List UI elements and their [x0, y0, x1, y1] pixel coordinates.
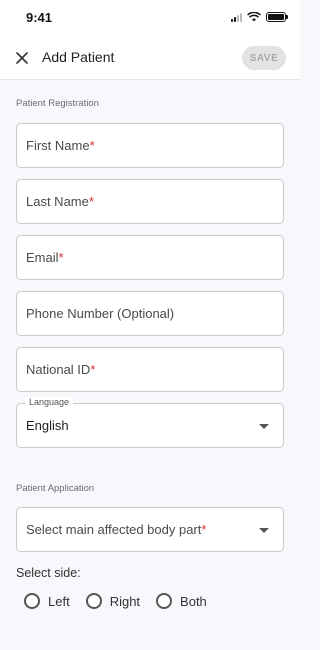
- status-icons: [231, 12, 288, 22]
- radio-button[interactable]: [85, 593, 102, 609]
- app-bar: Add Patient SAVE: [0, 36, 300, 80]
- language-label: Language: [25, 397, 74, 407]
- status-bar: 9:41: [0, 0, 300, 36]
- side-radio-group: Left Right Both: [24, 593, 207, 609]
- language-value: English: [26, 418, 69, 433]
- national-id-label: National ID*: [26, 362, 96, 377]
- section-title-application: Patient Application: [16, 483, 95, 494]
- wifi-icon: [247, 12, 261, 22]
- save-button[interactable]: SAVE: [242, 46, 286, 70]
- radio-label-left: Left: [48, 593, 70, 609]
- body-part-select[interactable]: Select main affected body part*: [16, 507, 284, 552]
- radio-label-right: Right: [109, 593, 141, 609]
- email-label: Email*: [26, 250, 64, 265]
- phone-label: Phone Number (Optional): [26, 306, 175, 321]
- close-button[interactable]: [12, 48, 32, 68]
- page-title: Add Patient: [42, 49, 115, 65]
- section-title-registration: Patient Registration: [16, 98, 99, 109]
- radio-button[interactable]: [24, 593, 40, 609]
- last-name-label: Last Name*: [26, 194, 94, 209]
- close-icon: [16, 52, 28, 64]
- status-time: 9:41: [26, 10, 53, 25]
- radio-right[interactable]: Right: [85, 593, 141, 609]
- email-field[interactable]: Email*: [16, 235, 284, 280]
- body-part-placeholder: Select main affected body part*: [26, 522, 207, 537]
- signal-icon: [231, 12, 242, 22]
- first-name-label: First Name*: [26, 138, 95, 153]
- last-name-field[interactable]: Last Name*: [16, 179, 284, 224]
- radio-left[interactable]: Left: [24, 593, 70, 609]
- first-name-field[interactable]: First Name*: [16, 123, 284, 168]
- language-select[interactable]: Language English: [16, 397, 284, 448]
- chevron-down-icon: [259, 424, 269, 429]
- phone-field[interactable]: Phone Number (Optional): [16, 291, 284, 336]
- radio-both[interactable]: Both: [156, 593, 207, 609]
- chevron-down-icon: [259, 528, 269, 533]
- radio-button[interactable]: [156, 593, 173, 609]
- select-side-label: Select side:: [16, 566, 81, 580]
- radio-label-both: Both: [180, 593, 207, 609]
- battery-icon: [266, 12, 288, 22]
- national-id-field[interactable]: National ID*: [16, 347, 284, 392]
